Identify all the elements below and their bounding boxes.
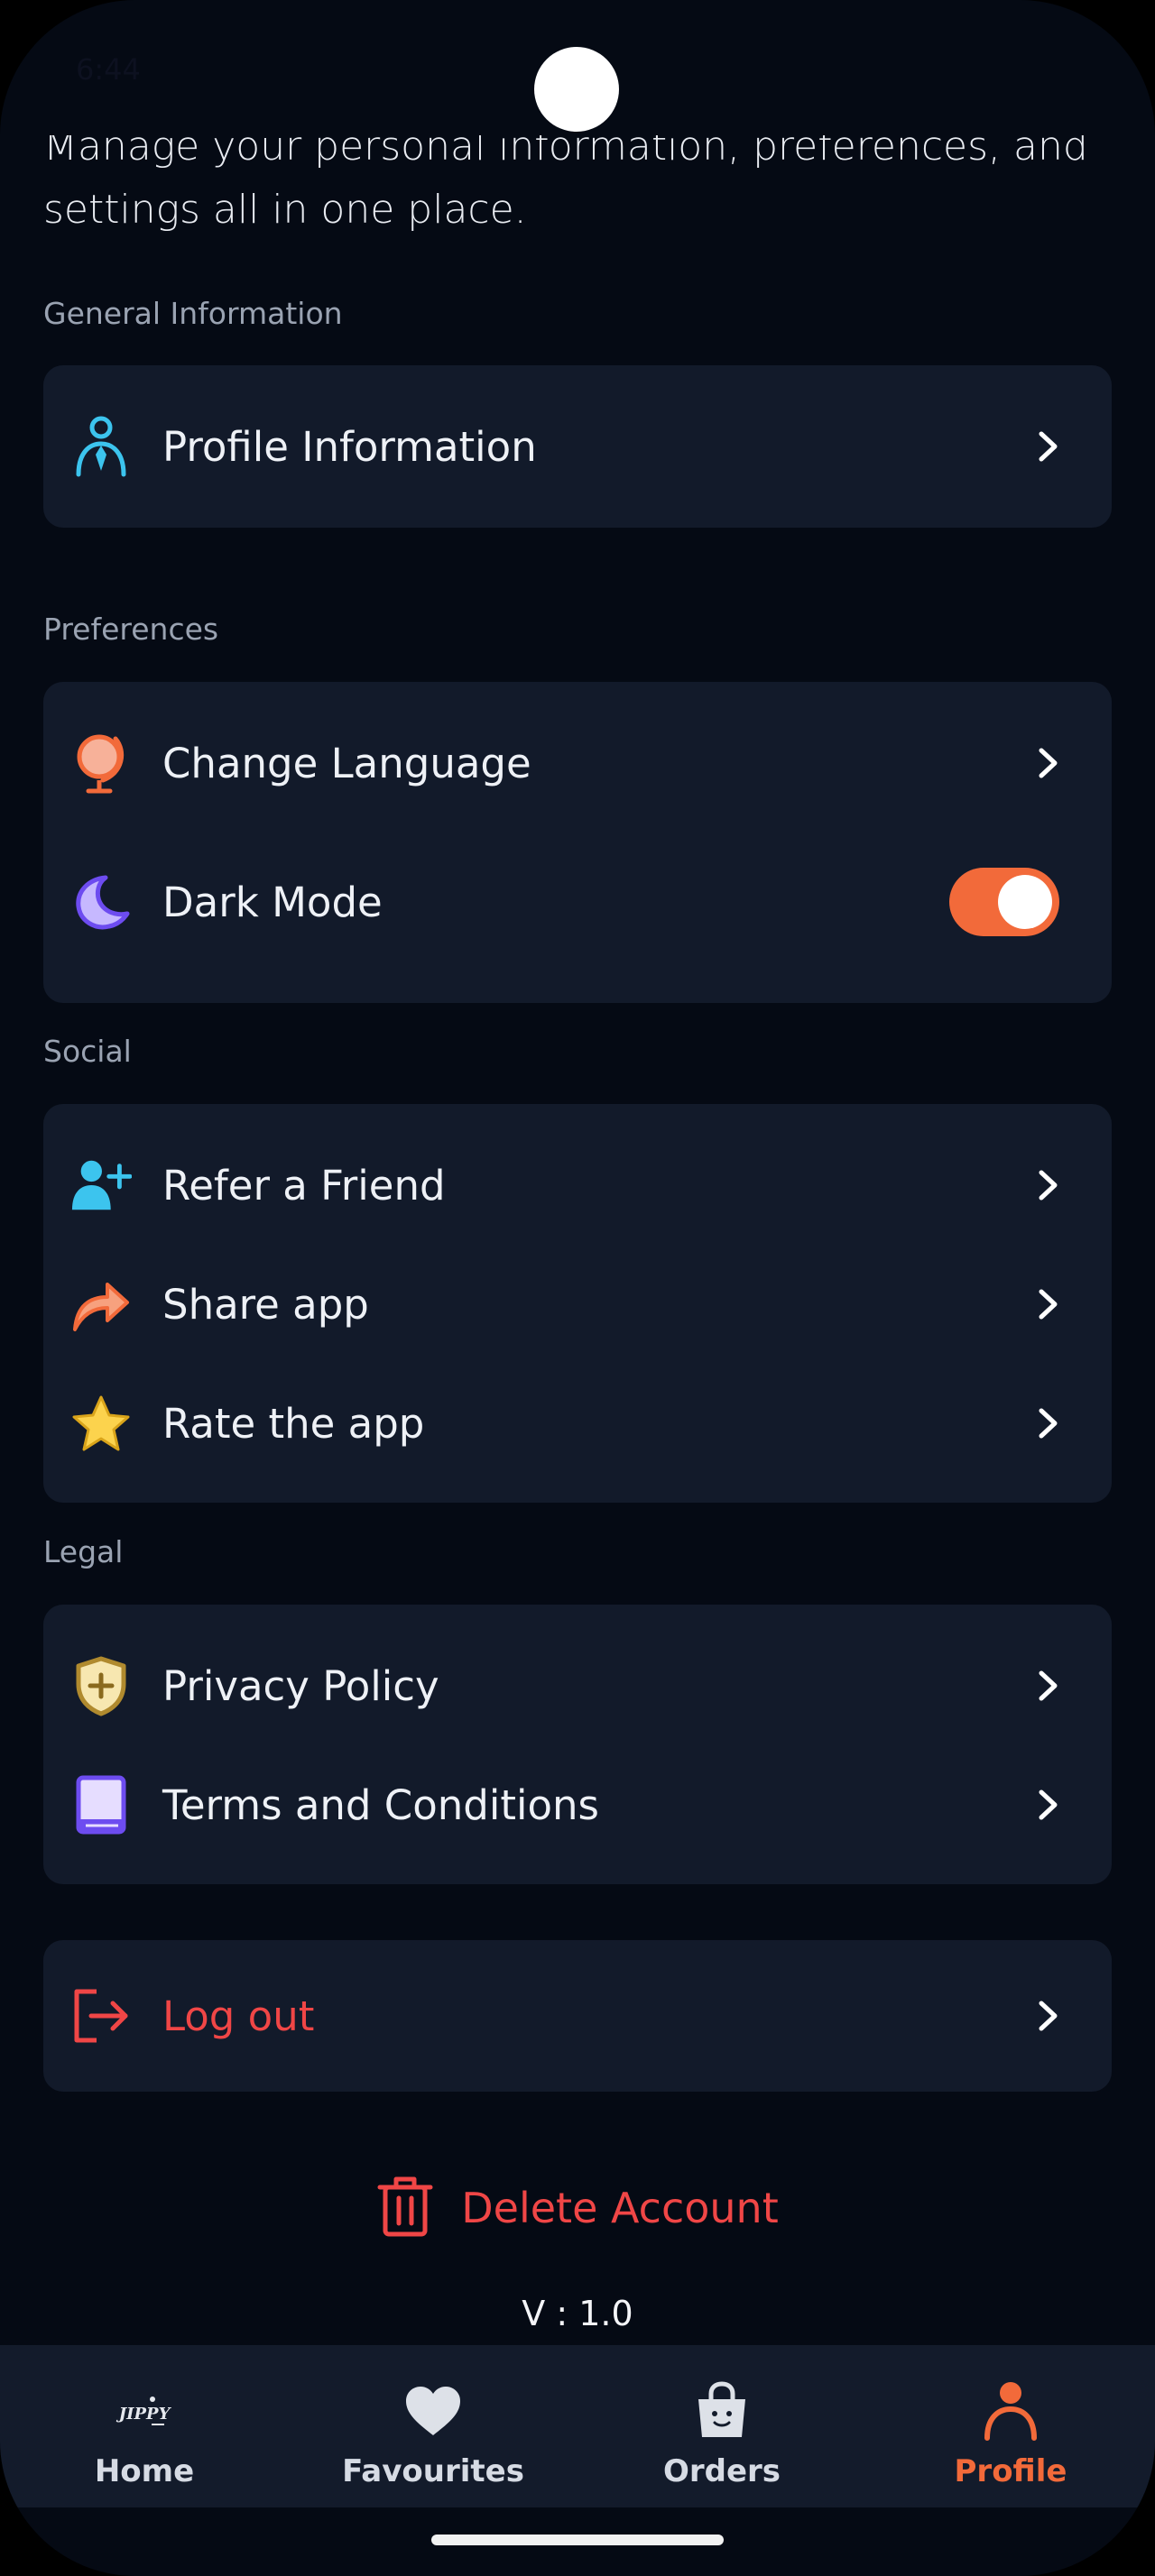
- nav-label: Favourites: [342, 2453, 524, 2489]
- nav-label: Profile: [954, 2453, 1067, 2489]
- nav-label: Home: [94, 2453, 195, 2489]
- row-terms-and-conditions[interactable]: Terms and Conditions: [43, 1751, 1112, 1859]
- nav-profile[interactable]: Profile: [866, 2345, 1155, 2507]
- row-label: Dark Mode: [162, 878, 383, 926]
- globe-icon: [70, 732, 132, 794]
- delete-account-button[interactable]: Delete Account: [0, 2172, 1155, 2244]
- chevron-right-icon: [1030, 1167, 1067, 1203]
- nav-home[interactable]: JIPPY Home: [0, 2345, 289, 2507]
- row-rate-the-app[interactable]: Rate the app: [43, 1369, 1112, 1477]
- row-dark-mode: Dark Mode: [43, 848, 1112, 956]
- row-label: Rate the app: [162, 1399, 425, 1448]
- row-refer-a-friend[interactable]: Refer a Friend: [43, 1131, 1112, 1239]
- section-title-preferences: Preferences: [43, 612, 219, 647]
- shield-plus-icon: [70, 1655, 132, 1716]
- trash-icon: [376, 2175, 434, 2241]
- section-title-social: Social: [43, 1034, 132, 1069]
- card-preferences: Change Language Dark Mode: [43, 682, 1112, 1003]
- row-label: Share app: [162, 1280, 369, 1329]
- dark-mode-toggle[interactable]: [949, 868, 1059, 936]
- gesture-bar[interactable]: [431, 2535, 724, 2545]
- toggle-knob: [998, 875, 1052, 929]
- logout-card: Log out: [43, 1940, 1112, 2092]
- delete-account-label: Delete Account: [461, 2184, 779, 2232]
- jippy-logo-icon: JIPPY: [0, 2379, 289, 2443]
- card-social: Refer a Friend Share app Rate the app: [43, 1104, 1112, 1503]
- book-icon: [70, 1774, 132, 1835]
- person-icon: [866, 2379, 1155, 2443]
- chevron-right-icon: [1030, 428, 1067, 465]
- row-share-app[interactable]: Share app: [43, 1250, 1112, 1358]
- row-label: Privacy Policy: [162, 1661, 439, 1710]
- intro-line-1: Manage your personal information, prefer…: [43, 135, 1088, 170]
- chevron-right-icon: [1030, 745, 1067, 781]
- chevron-right-icon: [1030, 1668, 1067, 1704]
- nav-favourites[interactable]: Favourites: [289, 2345, 578, 2507]
- row-label: Change Language: [162, 739, 531, 787]
- card-legal: Privacy Policy Terms and Conditions: [43, 1605, 1112, 1884]
- intro-text: Manage your personal information, prefer…: [43, 135, 1108, 235]
- row-profile-information[interactable]: Profile Information: [43, 392, 1112, 501]
- row-change-language[interactable]: Change Language: [43, 709, 1112, 817]
- section-title-legal: Legal: [43, 1534, 124, 1569]
- share-arrow-icon: [70, 1274, 132, 1335]
- shopping-bag-icon: [578, 2379, 866, 2443]
- intro-text-container: Manage your personal information, prefer…: [0, 135, 1155, 235]
- bottom-nav: JIPPY Home Favourites Orders Profile: [0, 2345, 1155, 2507]
- logout-icon: [70, 1985, 132, 2047]
- intro-line-2: settings all in one place.: [43, 187, 527, 233]
- front-camera: [534, 47, 619, 132]
- chevron-right-icon: [1030, 1405, 1067, 1441]
- row-privacy-policy[interactable]: Privacy Policy: [43, 1632, 1112, 1740]
- person-tie-icon: [70, 416, 132, 477]
- moon-icon: [70, 871, 132, 933]
- heart-icon: [289, 2379, 578, 2443]
- section-title-general: General Information: [43, 296, 343, 331]
- logout-button[interactable]: Log out: [43, 1962, 1112, 2070]
- row-label: Refer a Friend: [162, 1161, 446, 1210]
- logo-text: JIPPY: [116, 2405, 172, 2424]
- chevron-right-icon: [1030, 1286, 1067, 1322]
- nav-label: Orders: [662, 2453, 781, 2489]
- status-time: 6:44: [76, 52, 141, 87]
- row-label: Terms and Conditions: [162, 1780, 599, 1829]
- nav-orders[interactable]: Orders: [578, 2345, 866, 2507]
- card-general: Profile Information: [43, 365, 1112, 528]
- app-version: V : 1.0: [522, 2294, 633, 2333]
- add-user-icon: [70, 1155, 132, 1216]
- row-label: Profile Information: [162, 422, 537, 471]
- chevron-right-icon: [1030, 1787, 1067, 1823]
- chevron-right-icon: [1030, 1998, 1067, 2034]
- logout-label: Log out: [162, 1992, 315, 2040]
- profile-screen: 6:44 Manage your personal information, p…: [0, 0, 1155, 2576]
- star-icon: [70, 1393, 132, 1454]
